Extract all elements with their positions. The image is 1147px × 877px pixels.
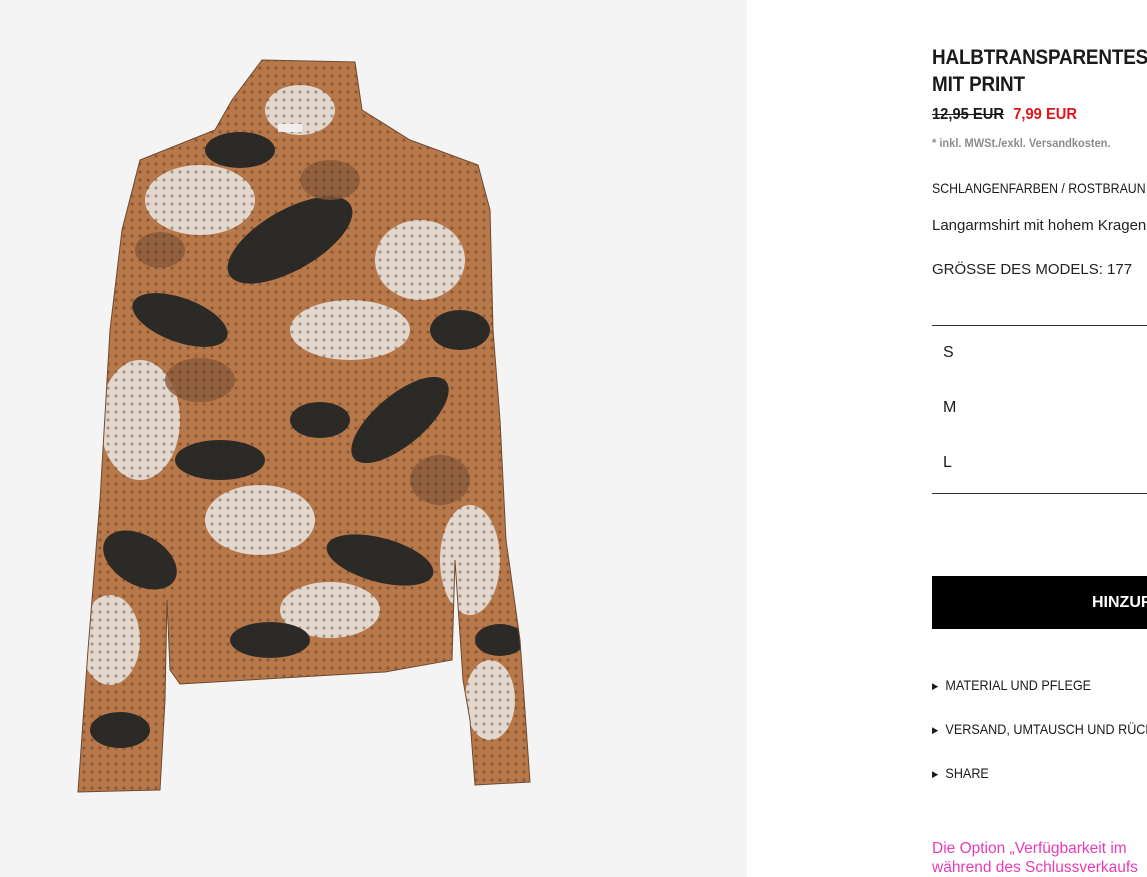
triangle-right-icon: ▶ <box>932 724 939 735</box>
product-image-area <box>0 0 747 877</box>
price-block: 12,95 EUR 7,99 EUR <box>932 106 1077 124</box>
add-to-cart-button[interactable]: HINZUFÜGEN <box>932 576 1147 629</box>
product-color: SCHLANGENFARBEN / ROSTBRAUN <box>932 180 1146 196</box>
size-option-m[interactable]: M <box>943 399 956 417</box>
product-description: Langarmshirt mit hohem Kragen <box>932 217 1147 234</box>
accordion-shipping-returns[interactable]: ▶ VERSAND, UMTAUSCH UND RÜCKGABE <box>932 721 1147 737</box>
size-option-l[interactable]: L <box>943 454 952 472</box>
sale-availability-notice: Die Option „Verfügbarkeit im während des… <box>932 839 1138 877</box>
notice-line: Die Option „Verfügbarkeit im <box>932 840 1127 857</box>
label-tag <box>278 124 302 132</box>
sale-price: 7,99 EUR <box>1013 106 1078 123</box>
notice-line: während des Schlussverkaufs <box>932 859 1138 876</box>
product-info-panel: HALBTRANSPARENTES MIT PRINT 12,95 EUR 7,9… <box>932 0 1147 877</box>
model-size: GRÖSSE DES MODELS: 177 <box>932 261 1133 278</box>
triangle-right-icon: ▶ <box>932 680 939 691</box>
tax-note[interactable]: * inkl. MWSt./exkl. Versandkosten. <box>932 136 1111 150</box>
product-title-line2: MIT PRINT <box>932 73 1025 96</box>
size-selector: S M L <box>932 325 1147 494</box>
accordion-material-care[interactable]: ▶ MATERIAL UND PFLEGE <box>932 677 1091 693</box>
product-title: HALBTRANSPARENTES MIT PRINT <box>932 44 1147 98</box>
accordion-share[interactable]: ▶ SHARE <box>932 765 989 781</box>
accordion-label: MATERIAL UND PFLEGE <box>945 677 1092 693</box>
old-price: 12,95 EUR <box>932 106 1005 123</box>
accordion-label: SHARE <box>945 765 989 781</box>
accordion-label: VERSAND, UMTAUSCH UND RÜCKGABE <box>945 721 1147 737</box>
product-title-line1: HALBTRANSPARENTES <box>932 46 1147 69</box>
product-image[interactable] <box>0 0 747 877</box>
triangle-right-icon: ▶ <box>932 768 939 779</box>
size-option-s[interactable]: S <box>943 344 954 362</box>
